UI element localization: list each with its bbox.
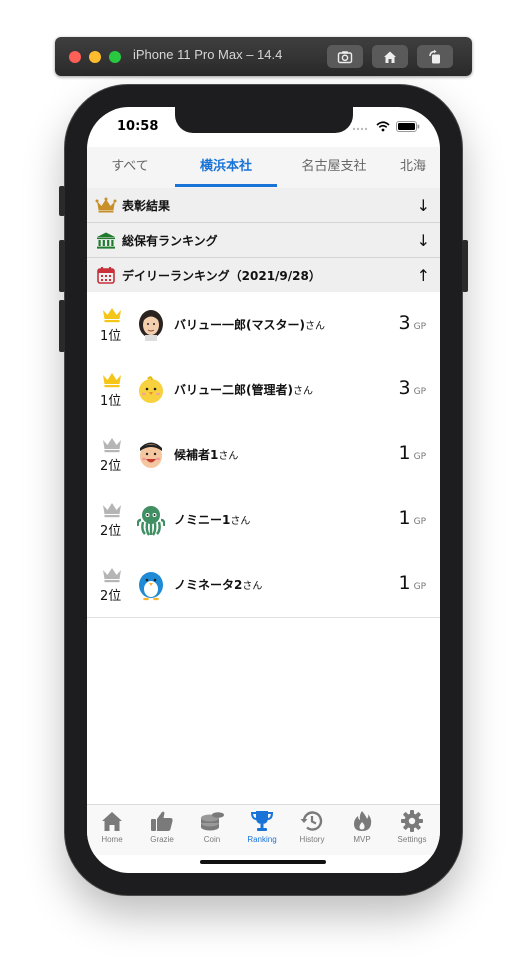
green-octopus-monster-avatar	[137, 506, 165, 536]
silver-crown-icon	[103, 438, 121, 453]
bottom-tab-bar: Home Grazie Coin Ranking History MVP Set…	[87, 804, 440, 855]
section-awards-label: 表彰結果	[122, 198, 171, 213]
ranking-row[interactable]: 2位 ノミニー1さん 1 GP	[87, 487, 440, 553]
camera-icon	[337, 50, 353, 63]
section-total-ranking-label: 総保有ランキング	[122, 233, 218, 248]
status-icons	[352, 121, 420, 132]
tab-yokohama-hq[interactable]: 横浜本社	[175, 147, 277, 187]
points: 3 GP	[398, 312, 427, 334]
active-tab-indicator	[175, 184, 277, 187]
history-icon	[300, 811, 323, 831]
user-name: 候補者1さん	[174, 448, 239, 462]
rank-label: 1位	[100, 329, 122, 344]
silver-crown-icon	[103, 503, 121, 518]
close-window-button[interactable]	[69, 51, 81, 63]
wifi-icon	[376, 121, 390, 132]
user-name: ノミネータ2さん	[174, 578, 263, 592]
silver-crown-icon	[103, 568, 121, 583]
rank-label: 2位	[100, 589, 122, 604]
power-button	[462, 240, 468, 292]
tab-all[interactable]: すべて	[105, 147, 155, 187]
man-with-long-hair-avatar	[139, 310, 163, 341]
rank-label: 2位	[100, 524, 122, 539]
user-name: ノミニー1さん	[174, 513, 251, 527]
signal-icon	[352, 127, 368, 130]
house-icon	[384, 51, 396, 63]
home-button[interactable]	[372, 45, 408, 68]
mute-switch	[59, 186, 65, 216]
tabbar-mvp[interactable]: MVP	[337, 809, 387, 844]
status-time: 10:58	[117, 119, 159, 134]
tab-nagoya-branch[interactable]: 名古屋支社	[292, 147, 376, 187]
tabbar-coin[interactable]: Coin	[187, 809, 237, 844]
flame-icon	[354, 811, 372, 831]
ranking-row[interactable]: 2位 ノミネータ2さん 1 GP	[87, 552, 440, 618]
tabbar-settings[interactable]: Settings	[387, 809, 437, 844]
ranking-row[interactable]: 2位 候補者1さん 1 GP	[87, 422, 440, 488]
arrow-down-icon: ↓	[416, 196, 430, 215]
bank-icon	[95, 231, 117, 249]
ranking-row[interactable]: 1位 バリュー二郎(管理者)さん 3 GP	[87, 357, 440, 423]
rotate-button[interactable]	[417, 45, 453, 68]
zoom-window-button[interactable]	[109, 51, 121, 63]
tabbar-ranking[interactable]: Ranking	[237, 809, 287, 844]
home-icon	[102, 812, 122, 831]
notch	[175, 107, 353, 133]
points: 1 GP	[398, 442, 427, 464]
user-name: バリュー二郎(管理者)さん	[174, 383, 313, 397]
ranking-row[interactable]: 1位 バリュー一郎(マスター)さん 3 GP	[87, 292, 440, 358]
minimize-window-button[interactable]	[89, 51, 101, 63]
user-name: バリュー一郎(マスター)さん	[174, 318, 325, 332]
tab-hokkaido[interactable]: 北海	[400, 147, 440, 187]
calendar-icon	[95, 266, 117, 284]
gold-crown-icon	[103, 373, 121, 388]
gear-icon	[401, 810, 423, 832]
office-tabs: すべて 横浜本社 名古屋支社 北海	[87, 147, 440, 189]
arrow-up-icon: ↑	[416, 266, 430, 285]
points: 1 GP	[398, 507, 427, 529]
rank-label: 1位	[100, 394, 122, 409]
coins-icon	[201, 812, 224, 831]
arrow-down-icon: ↓	[416, 231, 430, 250]
points: 3 GP	[398, 377, 427, 399]
simulator-title: iPhone 11 Pro Max – 14.4	[133, 47, 283, 62]
trophy-icon	[250, 811, 274, 831]
section-total-ranking[interactable]: 総保有ランキング ↓	[87, 223, 440, 258]
gold-crown-icon	[103, 308, 121, 323]
simulator-toolbar: iPhone 11 Pro Max – 14.4	[55, 37, 472, 76]
chick-avatar	[139, 376, 163, 403]
rank-label: 2位	[100, 459, 122, 474]
section-awards[interactable]: 表彰結果 ↓	[87, 188, 440, 223]
volume-up-button	[59, 240, 65, 292]
points: 1 GP	[398, 572, 427, 594]
blue-penguin-avatar	[139, 572, 163, 601]
rotate-icon	[429, 49, 440, 63]
screenshot-button[interactable]	[327, 45, 363, 68]
home-indicator	[200, 860, 326, 864]
tabbar-history[interactable]: History	[287, 809, 337, 844]
app-screen: 10:58 すべて 横浜本社 名古屋支社 北海 表彰結果 ↓ 総保有ランキング …	[87, 107, 440, 873]
tabbar-grazie[interactable]: Grazie	[137, 809, 187, 844]
volume-down-button	[59, 300, 65, 352]
section-daily-ranking-label: デイリーランキング（2021/9/28）	[122, 268, 321, 283]
tabbar-home[interactable]: Home	[87, 809, 137, 844]
thumbs-up-icon	[151, 811, 173, 831]
crown-icon	[95, 196, 117, 214]
section-daily-ranking[interactable]: デイリーランキング（2021/9/28） ↑	[87, 258, 440, 293]
battery-icon	[396, 121, 420, 132]
smiling-boy-avatar	[140, 442, 162, 468]
